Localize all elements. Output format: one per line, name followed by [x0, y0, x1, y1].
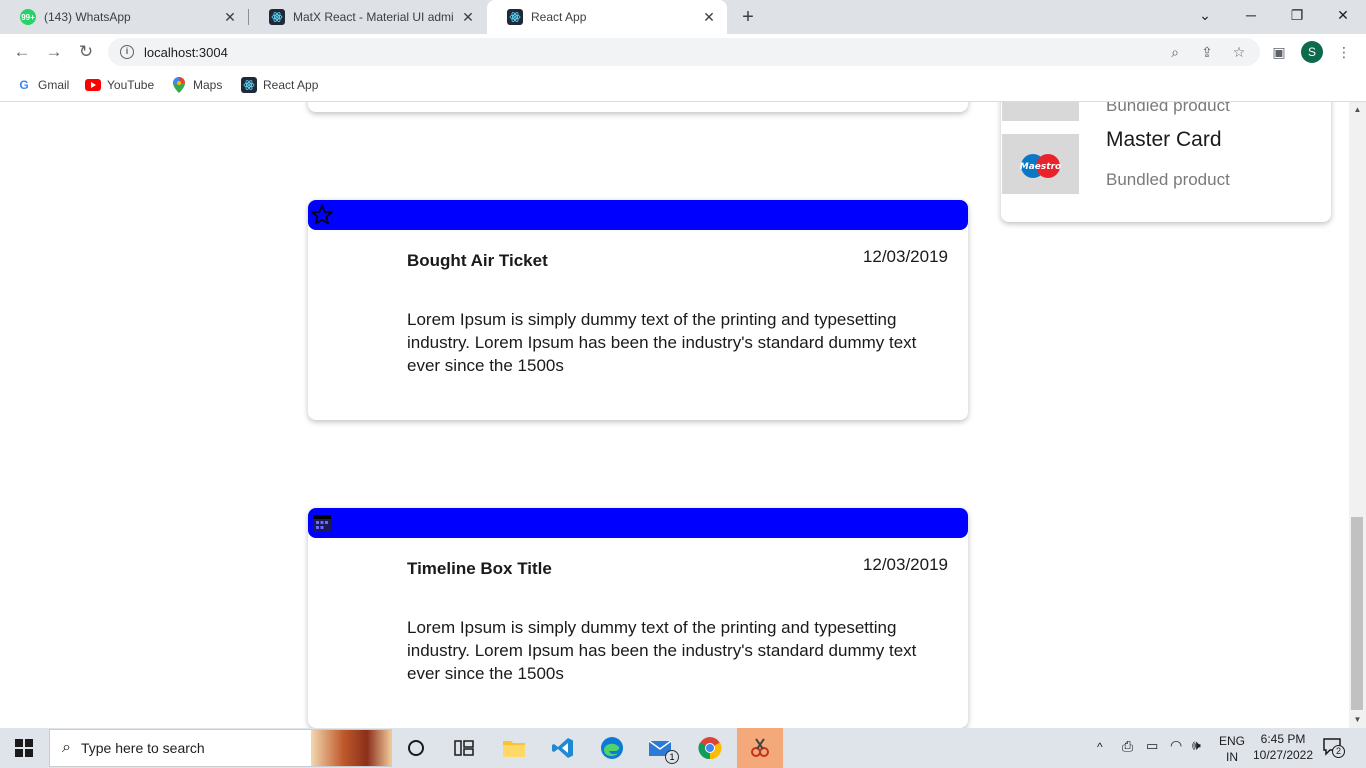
product-name: Master Card — [1106, 128, 1222, 151]
tab-title: (143) WhatsApp — [44, 10, 131, 24]
maps-icon — [171, 77, 187, 93]
close-tab-icon[interactable]: ✕ — [222, 9, 238, 26]
search-placeholder: Type here to search — [80, 740, 205, 756]
page-viewport: Bought Air Ticket 12/03/2019 Lorem Ipsum… — [0, 102, 1349, 728]
vscode-icon[interactable] — [541, 732, 585, 764]
mail-icon[interactable]: 1 — [639, 732, 683, 764]
taskbar-search-box[interactable]: ⌕ Type here to search — [49, 729, 392, 767]
tab-strip: 99+ (143) WhatsApp ✕ MatX React - Materi… — [0, 0, 1366, 34]
maestro-logo: Maestro — [1002, 134, 1079, 194]
side-panel-icon[interactable]: ▣ — [1270, 43, 1288, 61]
notification-count: 2 — [1332, 745, 1345, 758]
snipping-tool-icon[interactable] — [737, 728, 783, 768]
bookmark-label: YouTube — [107, 78, 155, 92]
tab-whatsapp[interactable]: 99+ (143) WhatsApp ✕ — [0, 0, 248, 34]
tab-title: MatX React - Material UI admin d — [293, 10, 454, 24]
youtube-icon — [85, 77, 101, 93]
timeline-card-previous — [308, 102, 968, 112]
search-highlight-image — [311, 730, 391, 766]
volume-icon[interactable]: 🕪 — [1192, 737, 1201, 754]
cortana-icon[interactable] — [394, 732, 438, 764]
forward-button[interactable]: → — [42, 40, 66, 64]
bookmark-youtube[interactable]: YouTube — [85, 77, 154, 93]
show-hidden-icons[interactable]: ^ — [1097, 740, 1103, 754]
language-indicator[interactable]: ENG IN — [1219, 733, 1245, 765]
timeline-date: 12/03/2019 — [862, 555, 948, 574]
more-menu-icon[interactable]: ⋮ — [1335, 43, 1353, 61]
timeline-title: Timeline Box Title — [407, 559, 552, 578]
bookmarks-bar: G Gmail YouTube Maps React App — [0, 70, 1366, 102]
search-icon: ⌕ — [62, 739, 71, 756]
react-icon — [507, 9, 523, 25]
close-tab-icon[interactable]: ✕ — [460, 9, 476, 26]
site-info-icon[interactable]: i — [120, 45, 134, 59]
timeline-card: Bought Air Ticket 12/03/2019 Lorem Ipsum… — [308, 200, 968, 420]
clock-date: 10/27/2022 — [1252, 748, 1314, 762]
scroll-up-arrow[interactable]: ▲ — [1349, 102, 1366, 118]
browser-toolbar: ← → ↻ i localhost:3004 ⌕ ⇪ ☆ ▣ S ⋮ — [0, 34, 1366, 70]
bookmark-react-app[interactable]: React App — [241, 77, 318, 93]
page-scrollbar[interactable]: ▲ ▼ — [1349, 102, 1366, 728]
close-tab-icon[interactable]: ✕ — [701, 9, 717, 26]
reload-button[interactable]: ↻ — [74, 40, 98, 64]
tab-react-app[interactable]: React App ✕ — [487, 0, 727, 34]
meet-now-icon[interactable]: ⎙ — [1122, 738, 1133, 755]
product-subtitle: Bundled product — [1106, 170, 1230, 189]
tab-search-button[interactable]: ⌄ — [1182, 0, 1228, 34]
calendar-icon — [313, 515, 331, 532]
notifications-icon[interactable]: 2 — [1322, 736, 1345, 761]
react-icon — [241, 77, 257, 93]
tab-matx-react[interactable]: MatX React - Material UI admin d ✕ — [249, 0, 486, 34]
region-code: IN — [1226, 750, 1238, 764]
mastercard-logo — [1002, 102, 1079, 121]
minimize-button[interactable]: ─ — [1228, 0, 1274, 34]
react-icon — [269, 9, 285, 25]
edge-icon[interactable] — [590, 732, 634, 764]
bookmark-label: Maps — [193, 78, 223, 92]
bookmark-label: React App — [263, 78, 319, 92]
scroll-down-arrow[interactable]: ▼ — [1349, 712, 1366, 728]
address-text: localhost:3004 — [144, 44, 228, 60]
back-button[interactable]: ← — [10, 40, 34, 64]
timeline-card: Timeline Box Title 12/03/2019 Lorem Ipsu… — [308, 508, 968, 728]
close-window-button[interactable]: ✕ — [1320, 0, 1366, 34]
tab-title: React App — [531, 10, 587, 24]
restore-button[interactable]: ❐ — [1274, 0, 1320, 34]
windows-taskbar: ⌕ Type here to search 1 ^ ⎙ ▭ ◠ 🕪 ENG IN… — [0, 728, 1366, 768]
profile-avatar[interactable]: S — [1301, 41, 1323, 63]
windows-start-icon[interactable] — [2, 732, 46, 764]
timeline-body: Lorem Ipsum is simply dummy text of the … — [407, 310, 917, 375]
maestro-wordmark: Maestro — [1020, 162, 1061, 172]
share-icon[interactable]: ⇪ — [1198, 43, 1216, 61]
language-code: ENG — [1219, 734, 1246, 748]
clock[interactable]: 6:45 PM 10/27/2022 — [1252, 731, 1314, 763]
product-subtitle: Bundled product — [1106, 102, 1230, 115]
bookmark-label: Gmail — [38, 78, 70, 92]
zoom-icon[interactable]: ⌕ — [1166, 43, 1184, 61]
star-icon — [311, 204, 333, 225]
clock-time: 6:45 PM — [1260, 732, 1306, 746]
scrollbar-thumb[interactable] — [1351, 517, 1363, 710]
chrome-icon[interactable] — [688, 732, 732, 764]
google-icon: G — [19, 78, 29, 92]
new-tab-button[interactable]: + — [736, 5, 760, 29]
products-card: Bundled product Maestro Master Card Bund… — [1001, 102, 1331, 222]
bookmark-star-icon[interactable]: ☆ — [1230, 43, 1248, 61]
file-explorer-icon[interactable] — [492, 732, 536, 764]
task-view-icon[interactable] — [442, 732, 486, 764]
battery-icon[interactable]: ▭ — [1146, 738, 1158, 754]
timeline-date: 12/03/2019 — [862, 247, 948, 266]
timeline-header-bar — [308, 508, 968, 538]
mail-badge: 1 — [665, 750, 679, 764]
bookmark-maps[interactable]: Maps — [171, 77, 222, 93]
timeline-header-bar — [308, 200, 968, 230]
address-bar[interactable]: i localhost:3004 — [108, 38, 1260, 66]
wifi-icon[interactable]: ◠ — [1170, 737, 1182, 754]
timeline-body: Lorem Ipsum is simply dummy text of the … — [407, 618, 917, 683]
timeline-title: Bought Air Ticket — [407, 251, 548, 270]
bookmark-gmail[interactable]: G Gmail — [16, 77, 69, 93]
whatsapp-icon: 99+ — [20, 9, 36, 25]
